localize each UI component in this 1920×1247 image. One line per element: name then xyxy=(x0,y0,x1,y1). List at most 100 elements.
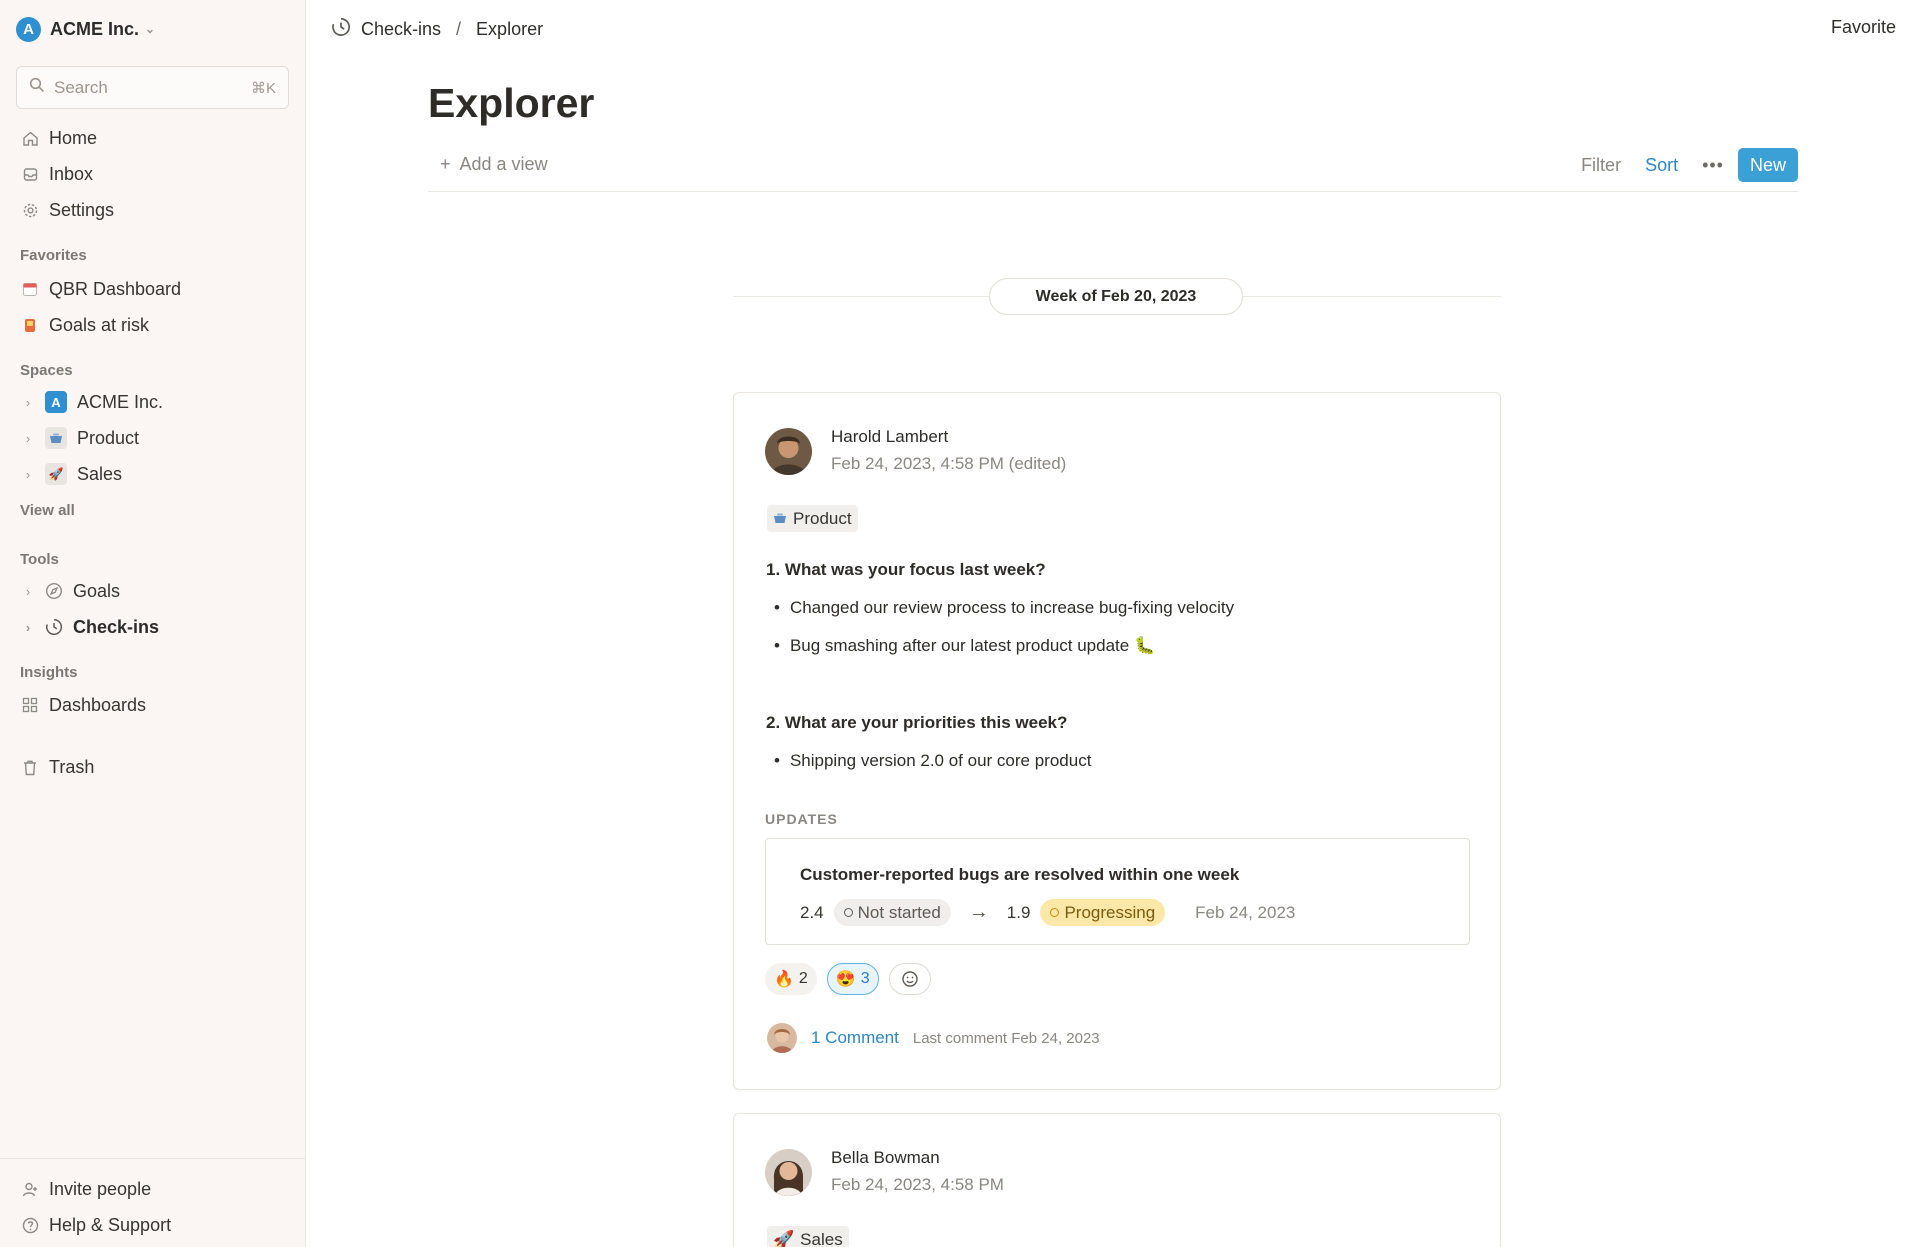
rocket-icon: 🚀 xyxy=(773,1229,795,1247)
sidebar-item-space-product[interactable]: › Product xyxy=(21,425,139,451)
sidebar-item-trash[interactable]: Trash xyxy=(21,754,94,780)
previous-value: 2.4 xyxy=(800,902,824,922)
more-options-icon[interactable]: ••• xyxy=(1702,155,1724,176)
pot-icon xyxy=(773,509,787,529)
sidebar-item-inbox[interactable]: Inbox xyxy=(21,161,93,187)
view-all-link[interactable]: View all xyxy=(20,502,75,519)
pot-icon xyxy=(45,427,67,449)
avatar[interactable] xyxy=(765,1149,812,1196)
goal-update[interactable]: Customer-reported bugs are resolved with… xyxy=(765,838,1470,945)
list-item-text: Bug smashing after our latest product up… xyxy=(789,636,1156,655)
sidebar-item-home[interactable]: Home xyxy=(21,125,97,151)
clock-icon xyxy=(45,618,63,636)
status-ring-icon xyxy=(843,908,853,917)
clock-icon xyxy=(331,17,351,42)
heart-eyes-icon: 😍 xyxy=(835,971,856,988)
question-2: 2. What are your priorities this week? xyxy=(766,713,1068,732)
status-badge: Progressing xyxy=(1040,899,1166,926)
add-reaction-button[interactable] xyxy=(888,963,931,995)
new-button[interactable]: New xyxy=(1737,148,1798,182)
sidebar-item-label: Home xyxy=(49,127,98,148)
add-view-button[interactable]: + Add a view xyxy=(440,154,548,175)
list-item-text: Changed our review process to increase b… xyxy=(789,598,1235,617)
status-ring-icon xyxy=(1050,908,1060,917)
chevron-right-icon[interactable]: › xyxy=(21,584,35,599)
post-date: Feb 24, 2023, 4:58 PM (edited) xyxy=(831,454,1067,473)
sidebar-item-space-acme[interactable]: › A ACME Inc. xyxy=(21,389,163,415)
acme-logo-icon: A xyxy=(45,391,67,413)
chevron-right-icon[interactable]: › xyxy=(21,431,35,446)
status-label: Not started xyxy=(857,902,941,922)
sidebar-item-goals-at-risk[interactable]: Goals at risk xyxy=(21,312,149,338)
sort-button[interactable]: Sort xyxy=(1645,155,1678,176)
list-item: • Changed our review process to increase… xyxy=(774,598,1234,618)
sidebar-item-label: Trash xyxy=(49,756,95,777)
search-input[interactable]: Search ⌘K xyxy=(16,66,289,109)
gear-icon xyxy=(21,202,39,219)
favorite-button[interactable]: Favorite xyxy=(1831,17,1896,38)
goal-title[interactable]: Customer-reported bugs are resolved with… xyxy=(800,865,1239,885)
sidebar-item-qbr-dashboard[interactable]: QBR Dashboard xyxy=(21,276,181,302)
add-view-label: Add a view xyxy=(459,154,548,174)
sidebar-item-space-sales[interactable]: › 🚀 Sales xyxy=(21,461,122,487)
chevron-right-icon[interactable]: › xyxy=(21,467,35,482)
section-tools: Tools xyxy=(20,551,59,568)
chevron-right-icon[interactable]: › xyxy=(21,395,35,410)
current-value: 1.9 xyxy=(1006,902,1031,922)
plus-icon: + xyxy=(440,154,451,174)
reactions: 🔥 2 😍 3 xyxy=(765,963,931,995)
chevron-right-icon[interactable]: › xyxy=(21,620,35,635)
filter-button[interactable]: Filter xyxy=(1581,155,1621,176)
inbox-icon xyxy=(21,166,39,183)
space-tag-label: Sales xyxy=(800,1229,843,1247)
bullet-dot: • xyxy=(774,598,780,617)
space-tag[interactable]: 🚀 Sales xyxy=(767,1226,849,1247)
sidebar-item-label: Sales xyxy=(77,463,123,484)
invite-people-button[interactable]: Invite people xyxy=(21,1176,151,1202)
view-actions: Filter Sort ••• New xyxy=(1581,148,1798,182)
last-comment-meta: Last comment Feb 24, 2023 xyxy=(912,1029,1100,1047)
fire-icon: 🔥 xyxy=(774,971,794,988)
sidebar-item-label: ACME Inc. xyxy=(77,391,164,412)
section-favorites: Favorites xyxy=(20,247,87,264)
sidebar-divider xyxy=(0,1158,305,1159)
compass-icon xyxy=(45,582,63,600)
sidebar-item-label: Goals xyxy=(73,580,121,601)
goal-progress-row: 2.4 Not started → 1.9 Progressing Feb 24… xyxy=(800,899,1295,926)
help-support-button[interactable]: Help & Support xyxy=(21,1212,171,1238)
post-date: Feb 24, 2023, 4:58 PM xyxy=(831,1175,1004,1194)
home-icon xyxy=(21,130,39,147)
author-name[interactable]: Harold Lambert xyxy=(831,427,948,447)
sidebar-item-goals[interactable]: › Goals xyxy=(21,578,120,604)
breadcrumb-check-ins[interactable]: Check-ins xyxy=(361,19,441,40)
acme-logo-icon: A xyxy=(16,16,41,42)
search-placeholder: Search xyxy=(54,77,108,97)
workspace-switcher[interactable]: A ACME Inc. ⌄ xyxy=(16,15,155,43)
breadcrumb-separator: / xyxy=(456,19,462,39)
help-icon xyxy=(21,1217,39,1234)
status-badge: Not started xyxy=(833,899,951,926)
add-emoji-icon xyxy=(901,971,918,987)
reaction-count: 2 xyxy=(798,970,808,987)
workspace-name: ACME Inc. xyxy=(50,18,140,39)
week-label: Week of Feb 20, 2023 xyxy=(989,278,1243,315)
comments-link[interactable]: 1 Comment xyxy=(811,1028,899,1048)
author-name[interactable]: Bella Bowman xyxy=(831,1148,940,1168)
trash-icon xyxy=(21,759,39,776)
reaction-fire[interactable]: 🔥 2 xyxy=(765,963,817,995)
reaction-heart-eyes[interactable]: 😍 3 xyxy=(826,963,879,995)
sidebar-item-label: Dashboards xyxy=(49,694,147,715)
sidebar: A ACME Inc. ⌄ Search ⌘K Home Inbox Setti… xyxy=(0,0,306,1247)
sidebar-item-label: Inbox xyxy=(49,163,94,184)
breadcrumb-explorer[interactable]: Explorer xyxy=(476,19,543,40)
sidebar-item-check-ins[interactable]: › Check-ins xyxy=(21,614,159,640)
chevron-down-icon: ⌄ xyxy=(145,22,156,36)
space-tag[interactable]: Product xyxy=(767,505,858,532)
sidebar-item-dashboards[interactable]: Dashboards xyxy=(21,692,146,718)
sidebar-item-label: Invite people xyxy=(49,1178,152,1199)
sidebar-item-settings[interactable]: Settings xyxy=(21,197,114,223)
rocket-icon: 🚀 xyxy=(45,463,67,485)
reaction-count: 3 xyxy=(860,970,870,987)
grid-icon xyxy=(21,697,39,713)
avatar[interactable] xyxy=(765,428,812,475)
